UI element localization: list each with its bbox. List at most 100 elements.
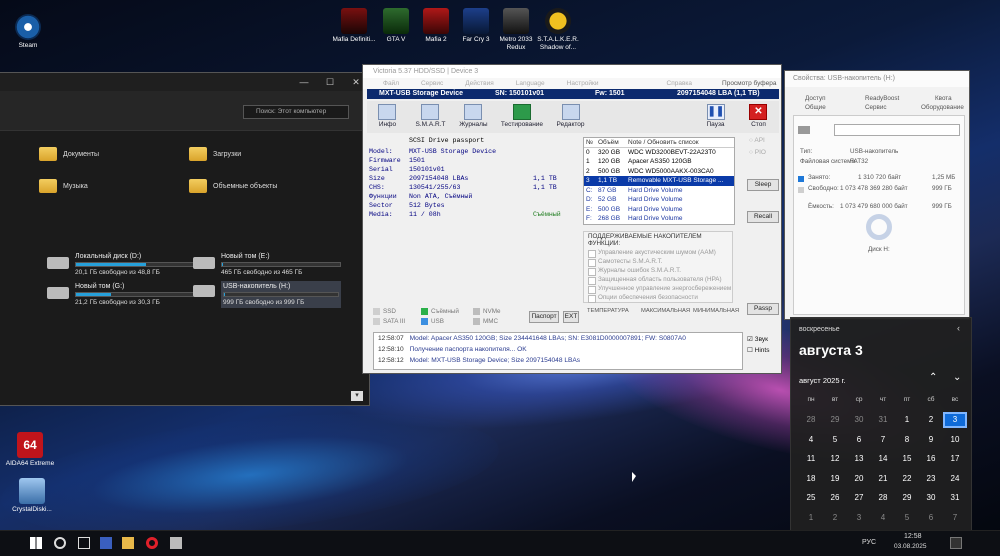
passport-button[interactable]: Паспорт — [529, 311, 559, 323]
store-icon[interactable] — [100, 537, 112, 549]
calendar-day[interactable]: 6 — [847, 435, 871, 444]
search-icon[interactable] — [54, 537, 66, 549]
calendar-day-today[interactable]: 3 — [943, 411, 967, 428]
calendar-day[interactable]: 18 — [799, 474, 823, 483]
next-month-icon[interactable]: ⌄ — [953, 372, 961, 383]
month-label[interactable]: август 2025 г. — [799, 376, 846, 385]
menu-item-settings[interactable]: Настройки — [567, 78, 599, 89]
calendar-day[interactable]: 31 — [871, 415, 895, 424]
calendar-day[interactable]: 19 — [823, 474, 847, 483]
hints-checkbox[interactable]: ☐ Hints — [747, 346, 769, 354]
calendar-day[interactable]: 31 — [943, 493, 967, 502]
calendar-day[interactable]: 27 — [847, 493, 871, 502]
drive-list-row[interactable]: C: 87 GB Hard Drive Volume — [584, 186, 734, 196]
feature-checkbox[interactable]: Опции обеспечения безопасности — [584, 293, 732, 303]
calendar-day[interactable]: 17 — [943, 454, 967, 463]
calendar-day[interactable]: 7 — [871, 435, 895, 444]
calendar-day[interactable]: 5 — [823, 435, 847, 444]
calendar-day[interactable]: 2 — [919, 415, 943, 424]
tab-hardware[interactable]: Оборудование — [921, 104, 964, 111]
tab-editor[interactable]: Редактор — [550, 101, 591, 133]
calendar-day[interactable]: 4 — [871, 513, 895, 522]
calendar-day[interactable]: 16 — [919, 454, 943, 463]
tab-smart[interactable]: S.M.A.R.T — [410, 101, 451, 133]
sleep-button[interactable]: Sleep — [747, 179, 779, 191]
calendar-day[interactable]: 4 — [799, 435, 823, 444]
menu-item-service[interactable]: Сервис — [421, 78, 443, 89]
calendar-day[interactable]: 5 — [895, 513, 919, 522]
clock-date[interactable]: 03.08.2025 — [894, 543, 927, 550]
desktop-icon-aida64[interactable]: 64 AIDA64 Extreme — [4, 432, 56, 468]
calendar-day[interactable]: 13 — [847, 454, 871, 463]
tab-general[interactable]: Общие — [805, 104, 826, 111]
desktop-icon-steam[interactable]: Steam — [2, 14, 54, 50]
calendar-day[interactable]: 1 — [799, 513, 823, 522]
tab-logs[interactable]: Журналы — [453, 101, 494, 133]
calendar-day[interactable]: 7 — [943, 513, 967, 522]
menu-item-language[interactable]: Language — [516, 78, 545, 89]
drive-h-selected[interactable]: USB-накопитель (H:) 999 ГБ свободно из 9… — [193, 281, 341, 308]
ext-button[interactable]: EXT — [563, 311, 579, 323]
calendar-day[interactable]: 10 — [943, 435, 967, 444]
calendar-day[interactable]: 14 — [871, 454, 895, 463]
menu-item-help[interactable]: Справка — [667, 78, 693, 89]
folder-music[interactable]: Музыка — [39, 179, 88, 193]
stop-button[interactable]: ✕ Стоп — [738, 101, 779, 133]
feature-checkbox[interactable]: Улучшенное управление энергосбережением — [584, 284, 732, 294]
start-icon[interactable] — [30, 537, 42, 549]
tab-info[interactable]: Инфо — [367, 101, 408, 133]
task-view-icon[interactable] — [78, 537, 90, 549]
language-indicator[interactable]: РУС — [862, 539, 876, 546]
drive-list-row[interactable]: D: 52 GB Hard Drive Volume — [584, 195, 734, 205]
calendar-day[interactable]: 20 — [847, 474, 871, 483]
folder-3d-objects[interactable]: Объемные объекты — [189, 179, 277, 193]
calendar-day[interactable]: 11 — [799, 454, 823, 463]
desktop-icon-stalker[interactable]: S.T.A.L.K.E.R. Shadow of... — [532, 8, 584, 52]
drive-e[interactable]: Новый том (E:) 465 ГБ свободно из 465 ГБ — [193, 253, 341, 276]
view-buffer-link[interactable]: Просмотр буфера — [722, 78, 776, 89]
clock-time[interactable]: 12:58 — [904, 533, 922, 540]
calendar-day[interactable]: 12 — [823, 454, 847, 463]
notifications-icon[interactable] — [950, 537, 962, 549]
pause-button[interactable]: ❚❚ Пауза — [695, 101, 736, 133]
passp-button[interactable]: Passp — [747, 303, 779, 315]
tab-readyboost[interactable]: ReadyBoost — [865, 95, 899, 102]
api-radio[interactable]: ○ API — [749, 137, 765, 144]
calendar-day[interactable]: 3 — [847, 513, 871, 522]
tab-access[interactable]: Доступ — [805, 95, 826, 102]
drive-g[interactable]: Новый том (G:) 21,2 ГБ свободно из 30,3 … — [47, 283, 195, 306]
file-explorer-icon[interactable] — [122, 537, 134, 549]
drive-list-row[interactable]: E: 500 GB Hard Drive Volume — [584, 205, 734, 215]
calendar-day[interactable]: 24 — [943, 474, 967, 483]
calendar-day[interactable]: 15 — [895, 454, 919, 463]
desktop-icon-crystaldisk[interactable]: CrystalDiski... — [6, 478, 58, 514]
folder-downloads[interactable]: Загрузки — [189, 147, 241, 161]
folder-documents[interactable]: Документы — [39, 147, 99, 161]
calendar-day[interactable]: 29 — [895, 493, 919, 502]
pio-radio[interactable]: ○ PIO — [749, 149, 766, 156]
feature-checkbox[interactable]: Защищенная область пользователя (HPA) — [584, 275, 732, 285]
volume-name-input[interactable] — [834, 124, 960, 136]
calendar-day[interactable]: 22 — [895, 474, 919, 483]
drive-list-row[interactable]: 0 320 GB WDC WD3200BEVT-22A23T0 — [584, 148, 734, 158]
calendar-day[interactable]: 29 — [823, 415, 847, 424]
calendar-day[interactable]: 23 — [919, 474, 943, 483]
tab-quota[interactable]: Квота — [935, 95, 952, 102]
drive-list-row[interactable]: 2 500 GB WDC WD5000AAKX-003CA0 — [584, 167, 734, 177]
menu-item-actions[interactable]: Действия — [465, 78, 493, 89]
maximize-icon[interactable]: ☐ — [317, 73, 343, 91]
calendar-day[interactable]: 28 — [799, 415, 823, 424]
calendar-day[interactable]: 28 — [871, 493, 895, 502]
menu-item-file[interactable]: Файл — [383, 78, 399, 89]
drive-list-row[interactable]: F: 268 GB Hard Drive Volume — [584, 214, 734, 224]
search-input[interactable]: Поиск: Этот компьютер — [243, 105, 349, 119]
victoria-taskbar-icon[interactable] — [170, 537, 182, 549]
sound-checkbox[interactable]: ☑ Звук — [747, 335, 768, 343]
calendar-day[interactable]: 6 — [919, 513, 943, 522]
scroll-down-icon[interactable]: ▾ — [351, 391, 363, 401]
calendar-day[interactable]: 8 — [895, 435, 919, 444]
calendar-day[interactable]: 9 — [919, 435, 943, 444]
calendar-day[interactable]: 2 — [823, 513, 847, 522]
collapse-icon[interactable]: ‹ — [957, 323, 960, 333]
prev-month-icon[interactable]: ⌃ — [929, 372, 937, 383]
